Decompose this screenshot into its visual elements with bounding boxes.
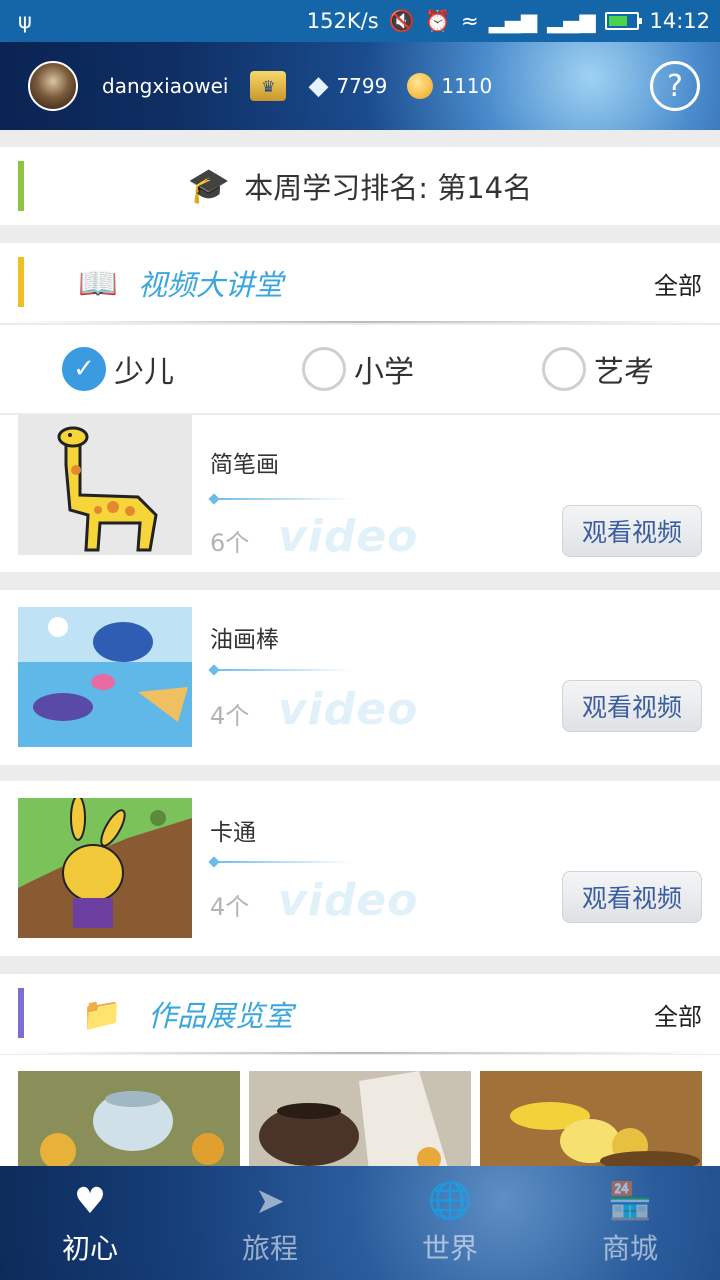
video-title: 卡通: [210, 820, 256, 846]
gallery-strip: [0, 1055, 720, 1171]
gallery-artwork[interactable]: [18, 1071, 240, 1171]
alarm-icon: ⏰: [424, 8, 451, 33]
globe-icon: 🌐: [427, 1181, 473, 1222]
video-list-item[interactable]: 简笔画 6个 video 观看视频: [0, 415, 720, 572]
video-section-accent-bar: [18, 257, 24, 307]
rank-accent-bar: [18, 161, 24, 211]
graduation-cap-icon: 🎓: [187, 166, 231, 206]
tab-art-exam[interactable]: 艺考: [542, 347, 654, 391]
video-watermark: video: [278, 511, 419, 562]
nav-label: 商城: [601, 1232, 658, 1265]
gallery-section-all-link[interactable]: 全部: [654, 997, 702, 1032]
store-icon: 🏪: [607, 1181, 653, 1222]
tab-label: 小学: [354, 355, 414, 390]
tab-kids[interactable]: ✓ 少儿: [62, 347, 174, 391]
tab-primary-school[interactable]: 小学: [302, 347, 414, 391]
gallery-section-title: 作品展览室: [148, 999, 294, 1033]
gallery-section-header: 📁 作品展览室 全部: [0, 974, 720, 1054]
decor-line: [212, 498, 352, 500]
coin-icon: [407, 73, 434, 99]
weekly-rank-card[interactable]: 🎓 本周学习排名: 第14名: [0, 147, 720, 225]
gallery-artwork[interactable]: [480, 1071, 702, 1171]
nav-item-chuxin[interactable]: ♥ 初心: [0, 1166, 180, 1280]
heart-pulse-icon: ♥: [73, 1180, 107, 1222]
video-title: 油画棒: [210, 627, 279, 653]
mute-icon: 🔇: [388, 8, 415, 33]
gallery-folder-icon: 📁: [82, 995, 122, 1033]
avatar[interactable]: [28, 61, 78, 111]
video-watermark: video: [278, 684, 419, 735]
username: dangxiaowei: [102, 74, 229, 98]
watch-video-button[interactable]: 观看视频: [562, 871, 702, 923]
tab-label: 少儿: [114, 355, 174, 390]
gallery-artwork[interactable]: [249, 1071, 471, 1171]
video-thumbnail[interactable]: [18, 415, 192, 555]
nav-label: 初心: [61, 1232, 118, 1265]
watch-video-button[interactable]: 观看视频: [562, 505, 702, 557]
nav-item-store[interactable]: 🏪 商城: [540, 1166, 720, 1280]
rank-badge-icon[interactable]: ♛: [250, 71, 287, 101]
category-tabs: ✓ 少儿 小学 艺考: [0, 325, 720, 413]
route-icon: ➤: [254, 1180, 286, 1222]
diamond-count: 7799: [336, 74, 388, 98]
video-title: 简笔画: [210, 452, 279, 478]
tab-label: 艺考: [594, 355, 654, 390]
video-count: 6个: [210, 529, 250, 557]
video-count: 4个: [210, 702, 250, 730]
gallery-section-accent-bar: [18, 988, 24, 1038]
book-icon: 📖: [78, 264, 118, 302]
coin-count: 1110: [441, 74, 493, 98]
video-list-item[interactable]: 卡通 4个 video 观看视频: [0, 781, 720, 956]
signal-icon: ▂▄▆: [488, 9, 538, 33]
bottom-navigation: ♥ 初心 ➤ 旅程 🌐 世界 🏪 商城: [0, 1166, 720, 1280]
decor-line: [212, 861, 352, 863]
status-bar: ψ 152K/s 🔇 ⏰ ≈ ▂▄▆ ▂▄▆ 14:12: [0, 0, 720, 42]
video-count: 4个: [210, 893, 250, 921]
clock: 14:12: [649, 9, 710, 33]
video-section-all-link[interactable]: 全部: [654, 266, 702, 301]
watch-video-button[interactable]: 观看视频: [562, 680, 702, 732]
video-list-item[interactable]: 油画棒 4个 video 观看视频: [0, 590, 720, 765]
usb-icon: ψ: [18, 9, 32, 33]
help-icon: ?: [667, 68, 683, 104]
weekly-rank-text: 本周学习排名: 第14名: [244, 171, 533, 205]
network-speed: 152K/s: [306, 9, 379, 33]
profile-header: dangxiaowei ♛ ◆ 7799 1110 ?: [0, 42, 720, 130]
video-thumbnail[interactable]: [18, 607, 192, 747]
battery-icon: [605, 12, 643, 30]
nav-label: 旅程: [241, 1232, 298, 1265]
radio-unchecked-icon: [542, 347, 586, 391]
video-watermark: video: [278, 875, 419, 926]
video-section-title: 视频大讲堂: [138, 268, 284, 302]
radio-unchecked-icon: [302, 347, 346, 391]
nav-item-journey[interactable]: ➤ 旅程: [180, 1166, 360, 1280]
decor-line: [212, 669, 352, 671]
diamond-icon: ◆: [308, 71, 329, 101]
section-divider: [0, 1052, 720, 1054]
signal-icon-2: ▂▄▆: [547, 9, 596, 33]
nav-label: 世界: [421, 1232, 478, 1265]
nav-item-world[interactable]: 🌐 世界: [360, 1166, 540, 1280]
section-divider: [0, 321, 720, 323]
video-section-header: 📖 视频大讲堂 全部: [0, 243, 720, 323]
wifi-icon: ≈: [460, 9, 479, 33]
video-thumbnail[interactable]: [18, 798, 192, 938]
help-button[interactable]: ?: [650, 61, 700, 111]
radio-checked-icon: ✓: [62, 347, 106, 391]
